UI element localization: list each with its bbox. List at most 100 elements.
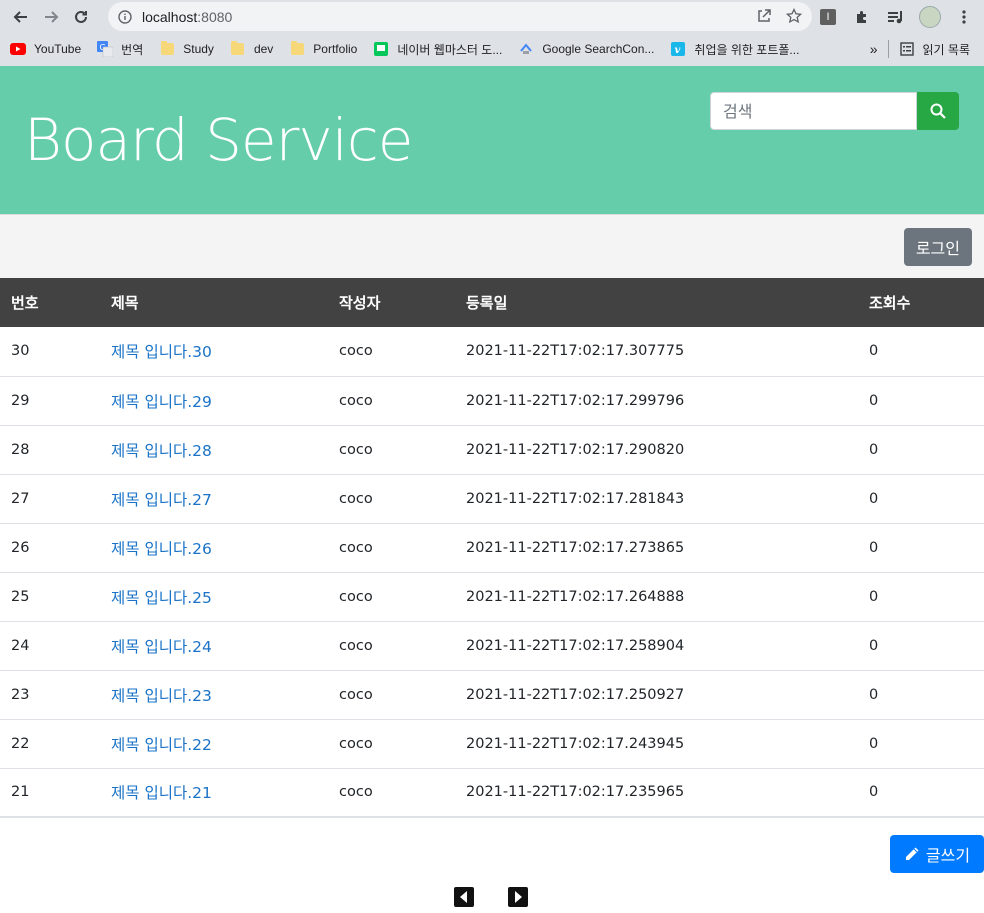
post-number: 24 [11,637,30,654]
forward-button[interactable] [36,2,66,32]
post-author: coco [339,539,373,556]
back-button[interactable] [6,2,36,32]
bookmark-naver-webmaster[interactable]: 네이버 웹마스터 도... [373,41,502,58]
column-header-author: 작성자 [339,294,381,312]
post-author: coco [339,490,373,507]
post-title-link[interactable]: 제목 입니다.29 [111,393,212,411]
post-title-link[interactable]: 제목 입니다.27 [111,491,212,509]
post-views: 0 [869,441,879,458]
arrow-right-icon [45,11,59,23]
vimeo-icon: v [670,41,686,57]
share-icon[interactable] [756,8,772,24]
post-author: coco [339,735,373,752]
table-row: 27 제목 입니다.27 coco 2021-11-22T17:02:17.28184… [0,474,984,523]
post-author: coco [339,441,373,458]
post-number: 26 [11,539,30,556]
post-title-link[interactable]: 제목 입니다.28 [111,442,212,460]
post-views: 0 [869,539,879,556]
arrow-left-icon [13,11,27,23]
post-views: 0 [869,637,879,654]
table-row: 24 제목 입니다.24 coco 2021-11-22T17:02:17.25890… [0,621,984,670]
table-row: 26 제목 입니다.26 coco 2021-11-22T17:02:17.27386… [0,523,984,572]
caret-left-icon [460,891,467,903]
bookmarks-bar: YouTube G 번역 Study dev Portfolio 네이버 웹마스… [0,34,984,64]
bookmark-google-search-console[interactable]: Google SearchCon... [518,41,654,57]
table-row: 29 제목 입니다.29 coco 2021-11-22T17:02:17.29979… [0,376,984,425]
post-date: 2021-11-22T17:02:17.299796 [466,392,685,409]
post-title-link[interactable]: 제목 입니다.26 [111,540,212,558]
post-date: 2021-11-22T17:02:17.243945 [466,735,685,752]
post-author: coco [339,784,373,801]
post-views: 0 [869,490,879,507]
youtube-icon [10,41,26,57]
post-number: 30 [11,343,30,360]
pencil-icon [905,847,919,860]
profile-avatar[interactable] [916,3,944,31]
bookmark-translate[interactable]: G 번역 [97,41,143,58]
bookmark-study[interactable]: Study [159,41,214,57]
post-views: 0 [869,784,879,801]
column-header-title: 제목 [111,294,139,312]
search-form [710,92,959,130]
bookmarks-divider [887,40,889,58]
post-title-link[interactable]: 제목 입니다.23 [111,687,212,705]
reading-list-button[interactable]: 읽기 목록 [899,41,970,58]
previous-page-button[interactable] [454,887,474,907]
board-table: 번호 제목 작성자 등록일 조회수 30 제목 입니다.30 coco 2021-11… [0,278,984,818]
site-header: Board Service [0,66,984,214]
post-number: 25 [11,588,30,605]
table-row: 28 제목 입니다.28 coco 2021-11-22T17:02:17.29082… [0,425,984,474]
bookmarks-overflow-button[interactable]: » [870,41,878,57]
pagination [454,887,528,907]
post-number: 21 [11,784,30,801]
extension-instapaper-icon[interactable]: I [814,3,842,31]
table-header-row: 번호 제목 작성자 등록일 조회수 [0,278,984,327]
post-date: 2021-11-22T17:02:17.273865 [466,539,685,556]
post-views: 0 [869,392,879,409]
post-date: 2021-11-22T17:02:17.290820 [466,441,685,458]
site-title: Board Service [24,106,413,174]
browser-toolbar: localhost:8080 I [0,0,984,34]
write-post-label: 글쓰기 [925,846,971,865]
search-input[interactable] [710,92,917,130]
bookmark-portfolio[interactable]: Portfolio [289,41,357,57]
post-date: 2021-11-22T17:02:17.235965 [466,784,685,801]
action-bar: 로그인 [0,214,984,278]
post-title-link[interactable]: 제목 입니다.30 [111,343,212,361]
extensions-puzzle-icon[interactable] [848,3,876,31]
caret-right-icon [515,891,522,903]
post-title-link[interactable]: 제목 입니다.21 [111,784,212,802]
post-date: 2021-11-22T17:02:17.258904 [466,637,685,654]
table-row: 23 제목 입니다.23 coco 2021-11-22T17:02:17.25092… [0,670,984,719]
table-row: 25 제목 입니다.25 coco 2021-11-22T17:02:17.26488… [0,572,984,621]
write-post-button[interactable]: 글쓰기 [890,835,984,873]
post-title-link[interactable]: 제목 입니다.25 [111,589,212,607]
post-date: 2021-11-22T17:02:17.307775 [466,343,685,360]
reload-button[interactable] [66,2,96,32]
login-button[interactable]: 로그인 [903,228,972,266]
url-text: localhost:8080 [142,8,233,25]
post-date: 2021-11-22T17:02:17.250927 [466,686,685,703]
svg-text:v: v [675,45,681,56]
post-number: 29 [11,392,30,409]
bookmark-youtube[interactable]: YouTube [10,41,81,57]
post-title-link[interactable]: 제목 입니다.22 [111,736,212,754]
search-button[interactable] [917,92,959,130]
address-bar[interactable]: localhost:8080 [108,2,812,31]
post-author: coco [339,392,373,409]
browser-chrome: localhost:8080 I YouTube G 번역 Study dev … [0,0,984,66]
next-page-button[interactable] [508,887,528,907]
media-queue-icon[interactable] [882,3,910,31]
bookmark-dev[interactable]: dev [230,41,273,57]
post-views: 0 [869,686,879,703]
kebab-menu-icon[interactable] [950,3,978,31]
post-title-link[interactable]: 제목 입니다.24 [111,638,212,656]
folder-icon [289,41,305,57]
star-icon[interactable] [786,8,802,24]
bookmark-portfolio-job[interactable]: v 취업을 위한 포트폴... [670,41,799,58]
table-row: 22 제목 입니다.22 coco 2021-11-22T17:02:17.24394… [0,719,984,768]
column-header-views: 조회수 [869,294,911,312]
post-date: 2021-11-22T17:02:17.281843 [466,490,685,507]
folder-icon [159,41,175,57]
naver-icon [373,41,389,57]
